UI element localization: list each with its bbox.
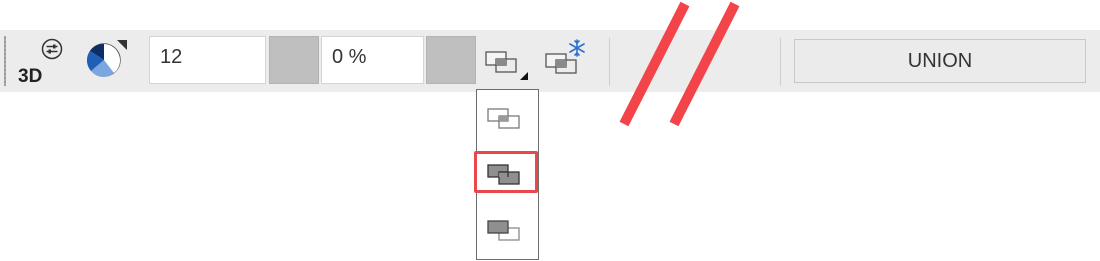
mode-3d-button[interactable]: 3D <box>14 36 70 88</box>
dropdown-item-filled-overlap[interactable] <box>474 148 538 202</box>
toolbar-grip[interactable] <box>4 36 6 86</box>
outline-overlap-icon <box>487 108 520 129</box>
snowflake-overlap-icon[interactable] <box>544 38 590 83</box>
sliders-icon <box>41 38 63 65</box>
filled-overlap-icon <box>487 164 520 185</box>
overlap-rectangles-icon[interactable] <box>484 48 530 89</box>
fill-color-swatch[interactable] <box>269 36 319 84</box>
union-button[interactable]: UNION <box>794 39 1086 83</box>
toolbar: 3D 12 0 % UNION <box>0 30 1100 92</box>
mode-3d-label: 3D <box>18 66 43 87</box>
break-marks <box>619 1 740 127</box>
opacity-field[interactable]: 0 % <box>321 36 424 84</box>
size-field[interactable]: 12 <box>149 36 266 84</box>
toolbar-separator <box>780 38 781 86</box>
break-mark-left <box>619 1 690 127</box>
overlap-mode-dropdown <box>474 89 539 260</box>
dropdown-item-back-filled-overlap[interactable] <box>477 204 538 258</box>
back-filled-overlap-icon <box>487 220 520 241</box>
break-mark-right <box>669 1 740 127</box>
opacity-color-swatch[interactable] <box>426 36 476 84</box>
pie-render-icon[interactable] <box>84 38 130 85</box>
dropdown-item-outline-overlap[interactable] <box>477 92 538 146</box>
